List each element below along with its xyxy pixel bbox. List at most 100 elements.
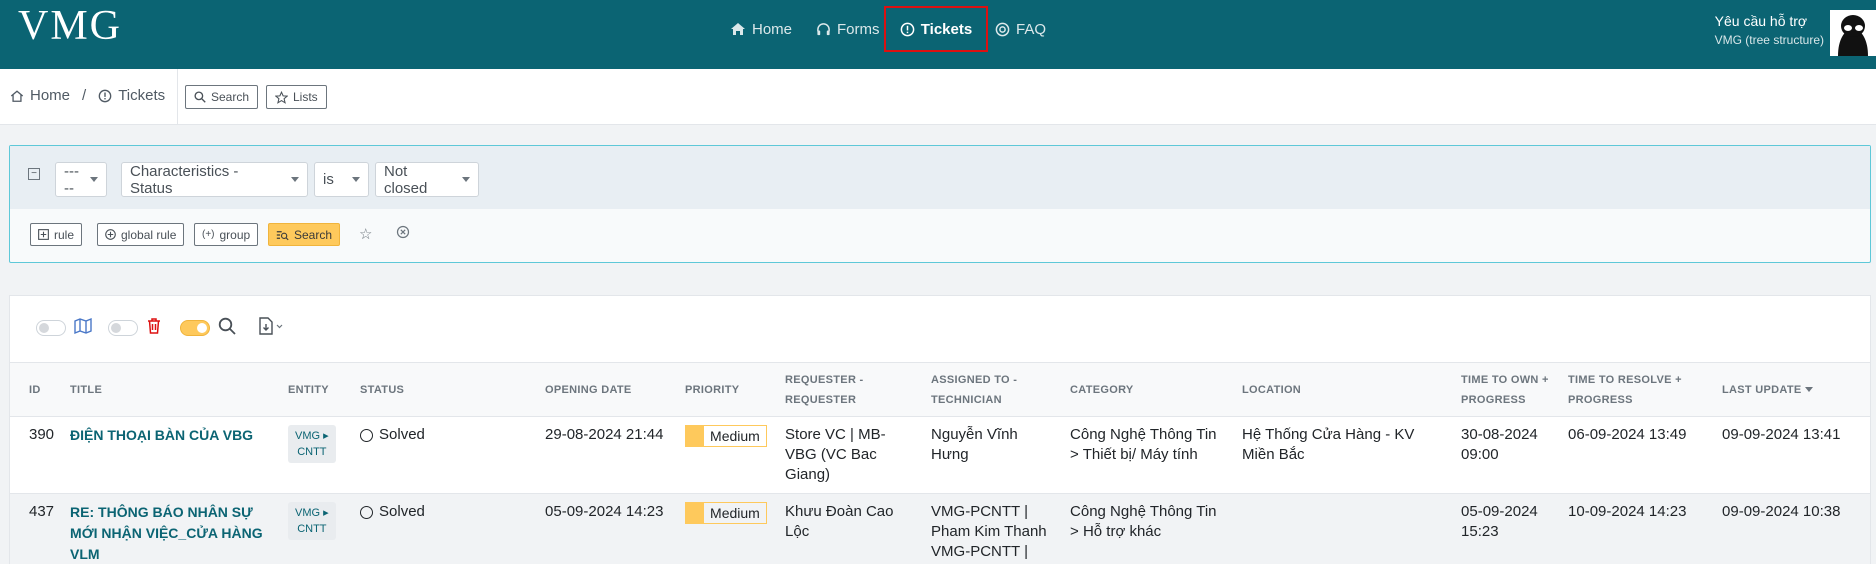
col-status[interactable]: STATUS — [352, 362, 538, 417]
plus-square-icon — [38, 229, 49, 240]
app-logo[interactable]: VMG — [18, 4, 122, 48]
col-entity[interactable]: ENTITY — [280, 362, 353, 417]
avatar[interactable] — [1830, 10, 1876, 56]
collapse-minus-icon[interactable]: − — [28, 168, 40, 180]
breadcrumb-current[interactable]: Tickets — [118, 87, 165, 104]
nav-faq[interactable]: FAQ — [995, 0, 1046, 58]
cell-assigned: VMG-PCNTT | Pham Kim Thanh VMG-PCNTT | T… — [923, 493, 1063, 564]
search-toggle[interactable] — [180, 320, 210, 336]
map-toggle[interactable] — [36, 320, 66, 336]
add-global-rule-label: global rule — [121, 227, 177, 242]
operator-select-value: is — [323, 171, 334, 188]
value-select-value: Not closed — [384, 162, 428, 197]
trash-icon[interactable] — [146, 317, 162, 340]
add-global-rule-button[interactable]: global rule — [97, 223, 185, 246]
add-group-label: group — [219, 227, 251, 242]
nav-forms[interactable]: Forms — [816, 0, 880, 58]
col-assigned[interactable]: ASSIGNED TO - TECHNICIAN — [923, 362, 1063, 417]
cell-title: RE: THÔNG BÁO NHÂN SỰ MỚI NHẬN VIỆC_CỬA … — [62, 493, 281, 564]
breadcrumb-separator: / — [82, 87, 87, 104]
ticket-title-link[interactable]: ĐIỆN THOẠI BÀN CỦA VBG — [70, 427, 253, 443]
filter-search-label: Search — [294, 227, 333, 242]
criteria-row: − ----- Characteristics - Status is Not … — [10, 146, 1870, 209]
brackets-plus-icon: (+) — [202, 229, 215, 240]
table-row[interactable]: 437 RE: THÔNG BÁO NHÂN SỰ MỚI NHẬN VIỆC_… — [10, 493, 1870, 564]
breadcrumb: Home / Tickets — [10, 87, 165, 104]
entity-badge[interactable]: VMG ▸ CNTT — [288, 425, 336, 463]
col-time-to-resolve[interactable]: TIME TO RESOLVE + PROGRESS — [1560, 362, 1715, 417]
cell-location — [1234, 493, 1454, 564]
cell-time-to-resolve: 06-09-2024 13:49 — [1560, 416, 1715, 494]
value-select[interactable]: Not closed — [375, 162, 479, 197]
ticket-list-card: ID TITLE ENTITY STATUS OPENING DATE PRIO… — [9, 295, 1871, 564]
nav-home[interactable]: Home — [730, 0, 792, 58]
ticket-title-link[interactable]: RE: THÔNG BÁO NHÂN SỰ MỚI NHẬN VIỆC_CỬA … — [70, 504, 263, 562]
priority-color-swatch — [686, 503, 705, 523]
field-select-value: Characteristics - Status — [130, 162, 239, 197]
breadcrumb-bar: Home / Tickets Search Lists — [0, 69, 1876, 125]
col-location[interactable]: LOCATION — [1234, 362, 1454, 417]
col-requester[interactable]: REQUESTER - REQUESTER — [777, 362, 924, 417]
entity-parent: VMG — [295, 507, 321, 519]
table-row[interactable]: 390 ĐIỆN THOẠI BÀN CỦA VBG VMG ▸ CNTT Sol… — [10, 416, 1870, 494]
col-category[interactable]: CATEGORY — [1062, 362, 1235, 417]
col-id[interactable]: ID — [10, 362, 63, 417]
cell-time-to-resolve: 10-09-2024 14:23 — [1560, 493, 1715, 564]
user-avatar-icon — [1830, 10, 1876, 56]
col-title[interactable]: TITLE — [62, 362, 281, 417]
cell-last-update: 09-09-2024 13:41 — [1714, 416, 1870, 494]
cell-opening-date: 05-09-2024 14:23 — [537, 493, 678, 564]
status-label: Solved — [379, 426, 425, 443]
trash-toggle[interactable] — [108, 320, 138, 336]
cell-entity: VMG ▸ CNTT — [280, 493, 353, 564]
home-icon — [10, 89, 24, 102]
reset-circle-x-icon[interactable] — [396, 225, 410, 243]
lists-button[interactable]: Lists — [266, 85, 327, 109]
breadcrumb-home[interactable]: Home — [30, 87, 70, 104]
status-circle-icon — [360, 428, 374, 442]
user-menu[interactable]: Yêu cầu hỗ trợ VMG (tree structure) — [1715, 12, 1824, 48]
cell-requester: Store VC | MB-VBG (VC Bac Giang) — [777, 416, 924, 494]
col-priority[interactable]: PRIORITY — [677, 362, 778, 417]
map-icon[interactable] — [74, 317, 94, 340]
filter-search-button[interactable]: Search — [268, 223, 341, 246]
chevron-down-icon — [90, 177, 98, 182]
user-profile-subtitle: VMG (tree structure) — [1714, 33, 1824, 47]
link-select[interactable]: ----- — [55, 162, 107, 197]
chevron-down-icon — [352, 177, 360, 182]
operator-select[interactable]: is — [314, 162, 369, 197]
chevron-down-icon — [291, 177, 299, 182]
save-search-star-icon[interactable]: ☆ — [359, 225, 372, 243]
col-opening-date[interactable]: OPENING DATE — [537, 362, 678, 417]
search-icon — [194, 91, 206, 103]
top-navbar: VMG Home Forms Tickets FAQ Yêu cầu hỗ tr… — [0, 0, 1876, 69]
cell-id: 437 — [10, 493, 63, 564]
list-toolbar — [10, 296, 1870, 362]
add-group-button[interactable]: (+) group — [194, 223, 259, 246]
export-file-icon[interactable] — [258, 317, 286, 340]
col-time-to-own[interactable]: TIME TO OWN + PROGRESS — [1453, 362, 1561, 417]
search-list-icon — [276, 230, 289, 240]
plus-circle-icon — [105, 229, 116, 240]
nav-tickets[interactable]: Tickets — [884, 6, 988, 52]
search-button[interactable]: Search — [185, 85, 259, 109]
status-label: Solved — [379, 503, 425, 520]
nav-forms-label: Forms — [837, 20, 880, 38]
divider — [177, 69, 178, 125]
add-rule-button[interactable]: rule — [30, 223, 83, 246]
field-select[interactable]: Characteristics - Status — [121, 162, 308, 197]
caret-right-icon: ▸ — [323, 507, 329, 519]
nav-home-label: Home — [752, 20, 793, 38]
search-icon[interactable] — [218, 317, 236, 340]
table-header-row: ID TITLE ENTITY STATUS OPENING DATE PRIO… — [10, 362, 1870, 417]
cell-id: 390 — [10, 416, 63, 494]
alert-circle-icon — [900, 22, 915, 36]
col-last-update[interactable]: LAST UPDATE — [1714, 362, 1870, 417]
user-profile-title: Yêu cầu hỗ trợ — [1714, 13, 1808, 29]
entity-parent: VMG — [295, 430, 321, 442]
cell-requester: Khưu Đoàn Cao Lộc — [777, 493, 924, 564]
cell-status: Solved — [352, 493, 538, 564]
nav-faq-label: FAQ — [1016, 20, 1047, 38]
entity-badge[interactable]: VMG ▸ CNTT — [288, 502, 336, 540]
chevron-down-icon — [462, 177, 470, 182]
